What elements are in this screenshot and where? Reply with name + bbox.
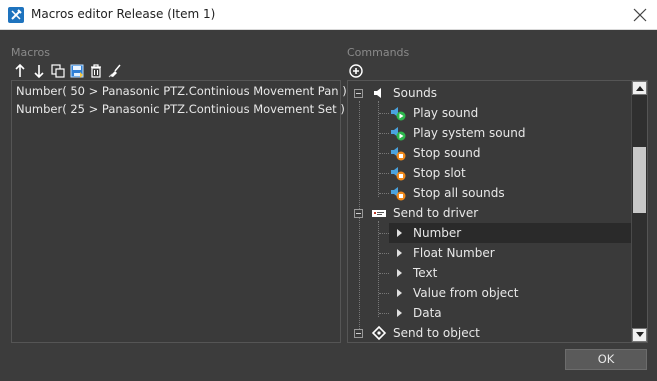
stop-sound-icon	[390, 145, 406, 161]
scrollbar-thumb[interactable]	[633, 147, 646, 213]
tree-label: Sounds	[393, 86, 438, 100]
tree-label: Value from object	[413, 286, 519, 300]
tree-label: Play sound	[413, 106, 479, 120]
add-circle-icon[interactable]	[348, 63, 364, 79]
commands-label: Commands	[347, 46, 410, 59]
macros-label: Macros	[11, 46, 51, 59]
ok-button[interactable]: OK	[565, 349, 647, 370]
tree-node-stop-all-sounds[interactable]: Stop all sounds	[348, 183, 632, 203]
caret-right-icon	[397, 289, 402, 297]
tree-node-play-sound[interactable]: Play sound	[348, 103, 632, 123]
object-icon	[371, 325, 387, 341]
tree-label: Stop slot	[413, 166, 466, 180]
tree-node-number[interactable]: Number	[389, 223, 632, 243]
tree-label: Data	[413, 306, 442, 320]
scroll-down-icon[interactable]	[632, 328, 647, 342]
tree-node-float-number[interactable]: Float Number	[348, 243, 632, 263]
clear-icon[interactable]	[107, 63, 123, 79]
tree-label: Number	[413, 226, 462, 240]
tree-node-send-to-object[interactable]: Send to object	[348, 323, 632, 342]
collapse-icon[interactable]	[354, 209, 363, 218]
caret-right-icon	[397, 229, 402, 237]
delete-icon[interactable]	[88, 63, 104, 79]
close-icon[interactable]	[623, 0, 657, 30]
tree-node-play-system-sound[interactable]: Play system sound	[348, 123, 632, 143]
tree-node-send-to-driver[interactable]: Send to driver	[348, 203, 632, 223]
caret-right-icon	[397, 249, 402, 257]
save-icon[interactable]	[69, 63, 85, 79]
collapse-icon[interactable]	[354, 89, 363, 98]
tree-node-text[interactable]: Text	[348, 263, 632, 283]
tree-node-value-from-object[interactable]: Value from object	[348, 283, 632, 303]
stop-all-sounds-icon	[390, 185, 406, 201]
window-title: Macros editor Release (Item 1)	[31, 7, 216, 21]
tree-node-stop-sound[interactable]: Stop sound	[348, 143, 632, 163]
speaker-icon	[371, 85, 387, 101]
tree-label: Send to object	[393, 326, 480, 340]
stop-slot-icon	[390, 165, 406, 181]
tree-label: Stop sound	[413, 146, 481, 160]
tree-node-data[interactable]: Data	[348, 303, 632, 323]
tree-label: Play system sound	[413, 126, 526, 140]
macro-line[interactable]: Number( 25 > Panasonic PTZ.Continious Mo…	[16, 102, 345, 116]
app-tools-icon	[8, 7, 24, 23]
driver-icon	[371, 205, 387, 221]
tree-label: Text	[413, 266, 438, 280]
tree-label: Send to driver	[393, 206, 479, 220]
play-sound-icon	[390, 105, 406, 121]
play-system-sound-icon	[390, 125, 406, 141]
tree-node-stop-slot[interactable]: Stop slot	[348, 163, 632, 183]
macros-toolbar	[12, 63, 123, 79]
tree-label: Stop all sounds	[413, 186, 505, 200]
title-bar: Macros editor Release (Item 1)	[0, 0, 657, 30]
macros-list[interactable]: Number( 50 > Panasonic PTZ.Continious Mo…	[11, 80, 347, 343]
tree-label: Float Number	[413, 246, 495, 260]
move-up-icon[interactable]	[12, 63, 28, 79]
commands-scrollbar[interactable]	[631, 81, 647, 342]
commands-tree[interactable]: Sounds Play sound Play system sound Stop…	[347, 80, 648, 343]
tree-node-sounds[interactable]: Sounds	[348, 83, 632, 103]
copy-icon[interactable]	[50, 63, 66, 79]
caret-right-icon	[397, 269, 402, 277]
scroll-up-icon[interactable]	[632, 81, 647, 95]
macro-line[interactable]: Number( 50 > Panasonic PTZ.Continious Mo…	[16, 84, 347, 98]
collapse-icon[interactable]	[354, 329, 363, 338]
caret-right-icon	[397, 309, 402, 317]
move-down-icon[interactable]	[31, 63, 47, 79]
